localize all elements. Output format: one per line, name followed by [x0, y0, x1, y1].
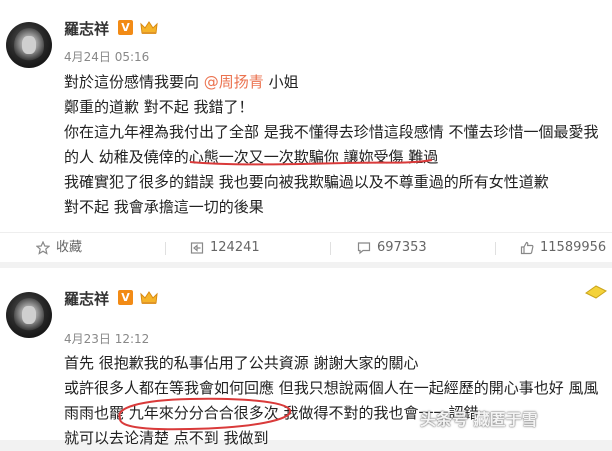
divider [495, 242, 496, 255]
watermark-logo-icon [585, 285, 607, 299]
crown-icon [140, 291, 158, 304]
verified-badge: V [118, 290, 133, 305]
verified-badge: V [118, 20, 133, 35]
post-timestamp[interactable]: 4月24日 05:16 [64, 48, 149, 65]
line-text: 的人 幼稚及僥倖的心態一次又一次欺騙你 讓妳受傷 難過 [64, 148, 439, 166]
username[interactable]: 羅志祥 [64, 288, 109, 309]
line-text: 對於這份感情我要向 [64, 73, 204, 91]
mention-link[interactable]: @周扬青 [204, 73, 264, 91]
favorite-button[interactable]: 收藏 [36, 233, 156, 263]
line-text: 首先 很抱歉我的私事佔用了公共資源 謝謝大家的關心 [64, 354, 419, 372]
post-line: 你在這九年裡為我付出了全部 是我不懂得去珍惜這段感情 不懂去珍惜一個最愛我 [64, 120, 612, 145]
post-line: 首先 很抱歉我的私事佔用了公共資源 謝謝大家的關心 [64, 351, 612, 376]
weibo-post-1: 羅志祥 V 4月24日 05:16 對於這份感情我要向 @周扬青 小姐 鄭重的道… [0, 0, 612, 262]
line-text: 就可以去论清楚 点不到 我做到 [64, 429, 269, 447]
crown-icon [140, 21, 158, 34]
post-line: 的人 幼稚及僥倖的心態一次又一次欺騙你 讓妳受傷 難過 [64, 145, 612, 170]
post-action-bar: 收藏 124241 697353 11589956 [0, 232, 612, 263]
line-text: 鄭重的道歉 對不起 我錯了！ [64, 98, 254, 116]
user-avatar[interactable] [6, 22, 52, 68]
post-timestamp[interactable]: 4月23日 12:12 [64, 330, 149, 347]
lion-face [22, 306, 36, 324]
repost-button[interactable]: 124241 [190, 233, 310, 263]
watermark-text: 头条号 藏匿于雪 [420, 410, 538, 429]
post-body: 對於這份感情我要向 @周扬青 小姐 鄭重的道歉 對不起 我錯了！ 你在這九年裡為… [64, 70, 612, 220]
post-line: 我確實犯了很多的錯誤 我也要向被我欺騙過以及不尊重過的所有女性道歉 [64, 170, 612, 195]
divider [330, 242, 331, 255]
post-line: 對不起 我會承擔這一切的後果 [64, 195, 612, 220]
line-text: 雨雨也罷 九年來分分合合很多次 我做得不對的我也會一一認錯 [64, 404, 479, 422]
post-line: 或許很多人都在等我會如何回應 但我只想說兩個人在一起經歷的開心事也好 風風 [64, 376, 612, 401]
post-line: 鄭重的道歉 對不起 我錯了！ [64, 95, 612, 120]
line-text: 或許很多人都在等我會如何回應 但我只想說兩個人在一起經歷的開心事也好 風風 [64, 379, 599, 397]
post-line: 對於這份感情我要向 @周扬青 小姐 [64, 70, 612, 95]
repost-icon [190, 242, 204, 254]
divider [165, 242, 166, 255]
comment-count: 697353 [377, 240, 427, 255]
comment-button[interactable]: 697353 [357, 233, 477, 263]
line-text: 對不起 我會承擔這一切的後果 [64, 198, 264, 216]
line-text: 你在這九年裡為我付出了全部 是我不懂得去珍惜這段感情 不懂去珍惜一個最愛我 [64, 123, 599, 141]
favorite-label: 收藏 [56, 240, 83, 255]
comment-icon [357, 242, 371, 255]
like-button[interactable]: 11589956 [520, 233, 610, 263]
line-text: 我確實犯了很多的錯誤 我也要向被我欺騙過以及不尊重過的所有女性道歉 [64, 173, 549, 191]
line-text: 小姐 [263, 73, 299, 91]
lion-face [22, 36, 36, 54]
post-body: 首先 很抱歉我的私事佔用了公共資源 謝謝大家的關心 或許很多人都在等我會如何回應… [64, 351, 612, 451]
user-avatar[interactable] [6, 292, 52, 338]
like-icon [520, 241, 534, 255]
repost-count: 124241 [210, 240, 260, 255]
username[interactable]: 羅志祥 [64, 18, 109, 39]
like-count: 11589956 [540, 240, 607, 255]
favorite-icon [36, 241, 50, 255]
